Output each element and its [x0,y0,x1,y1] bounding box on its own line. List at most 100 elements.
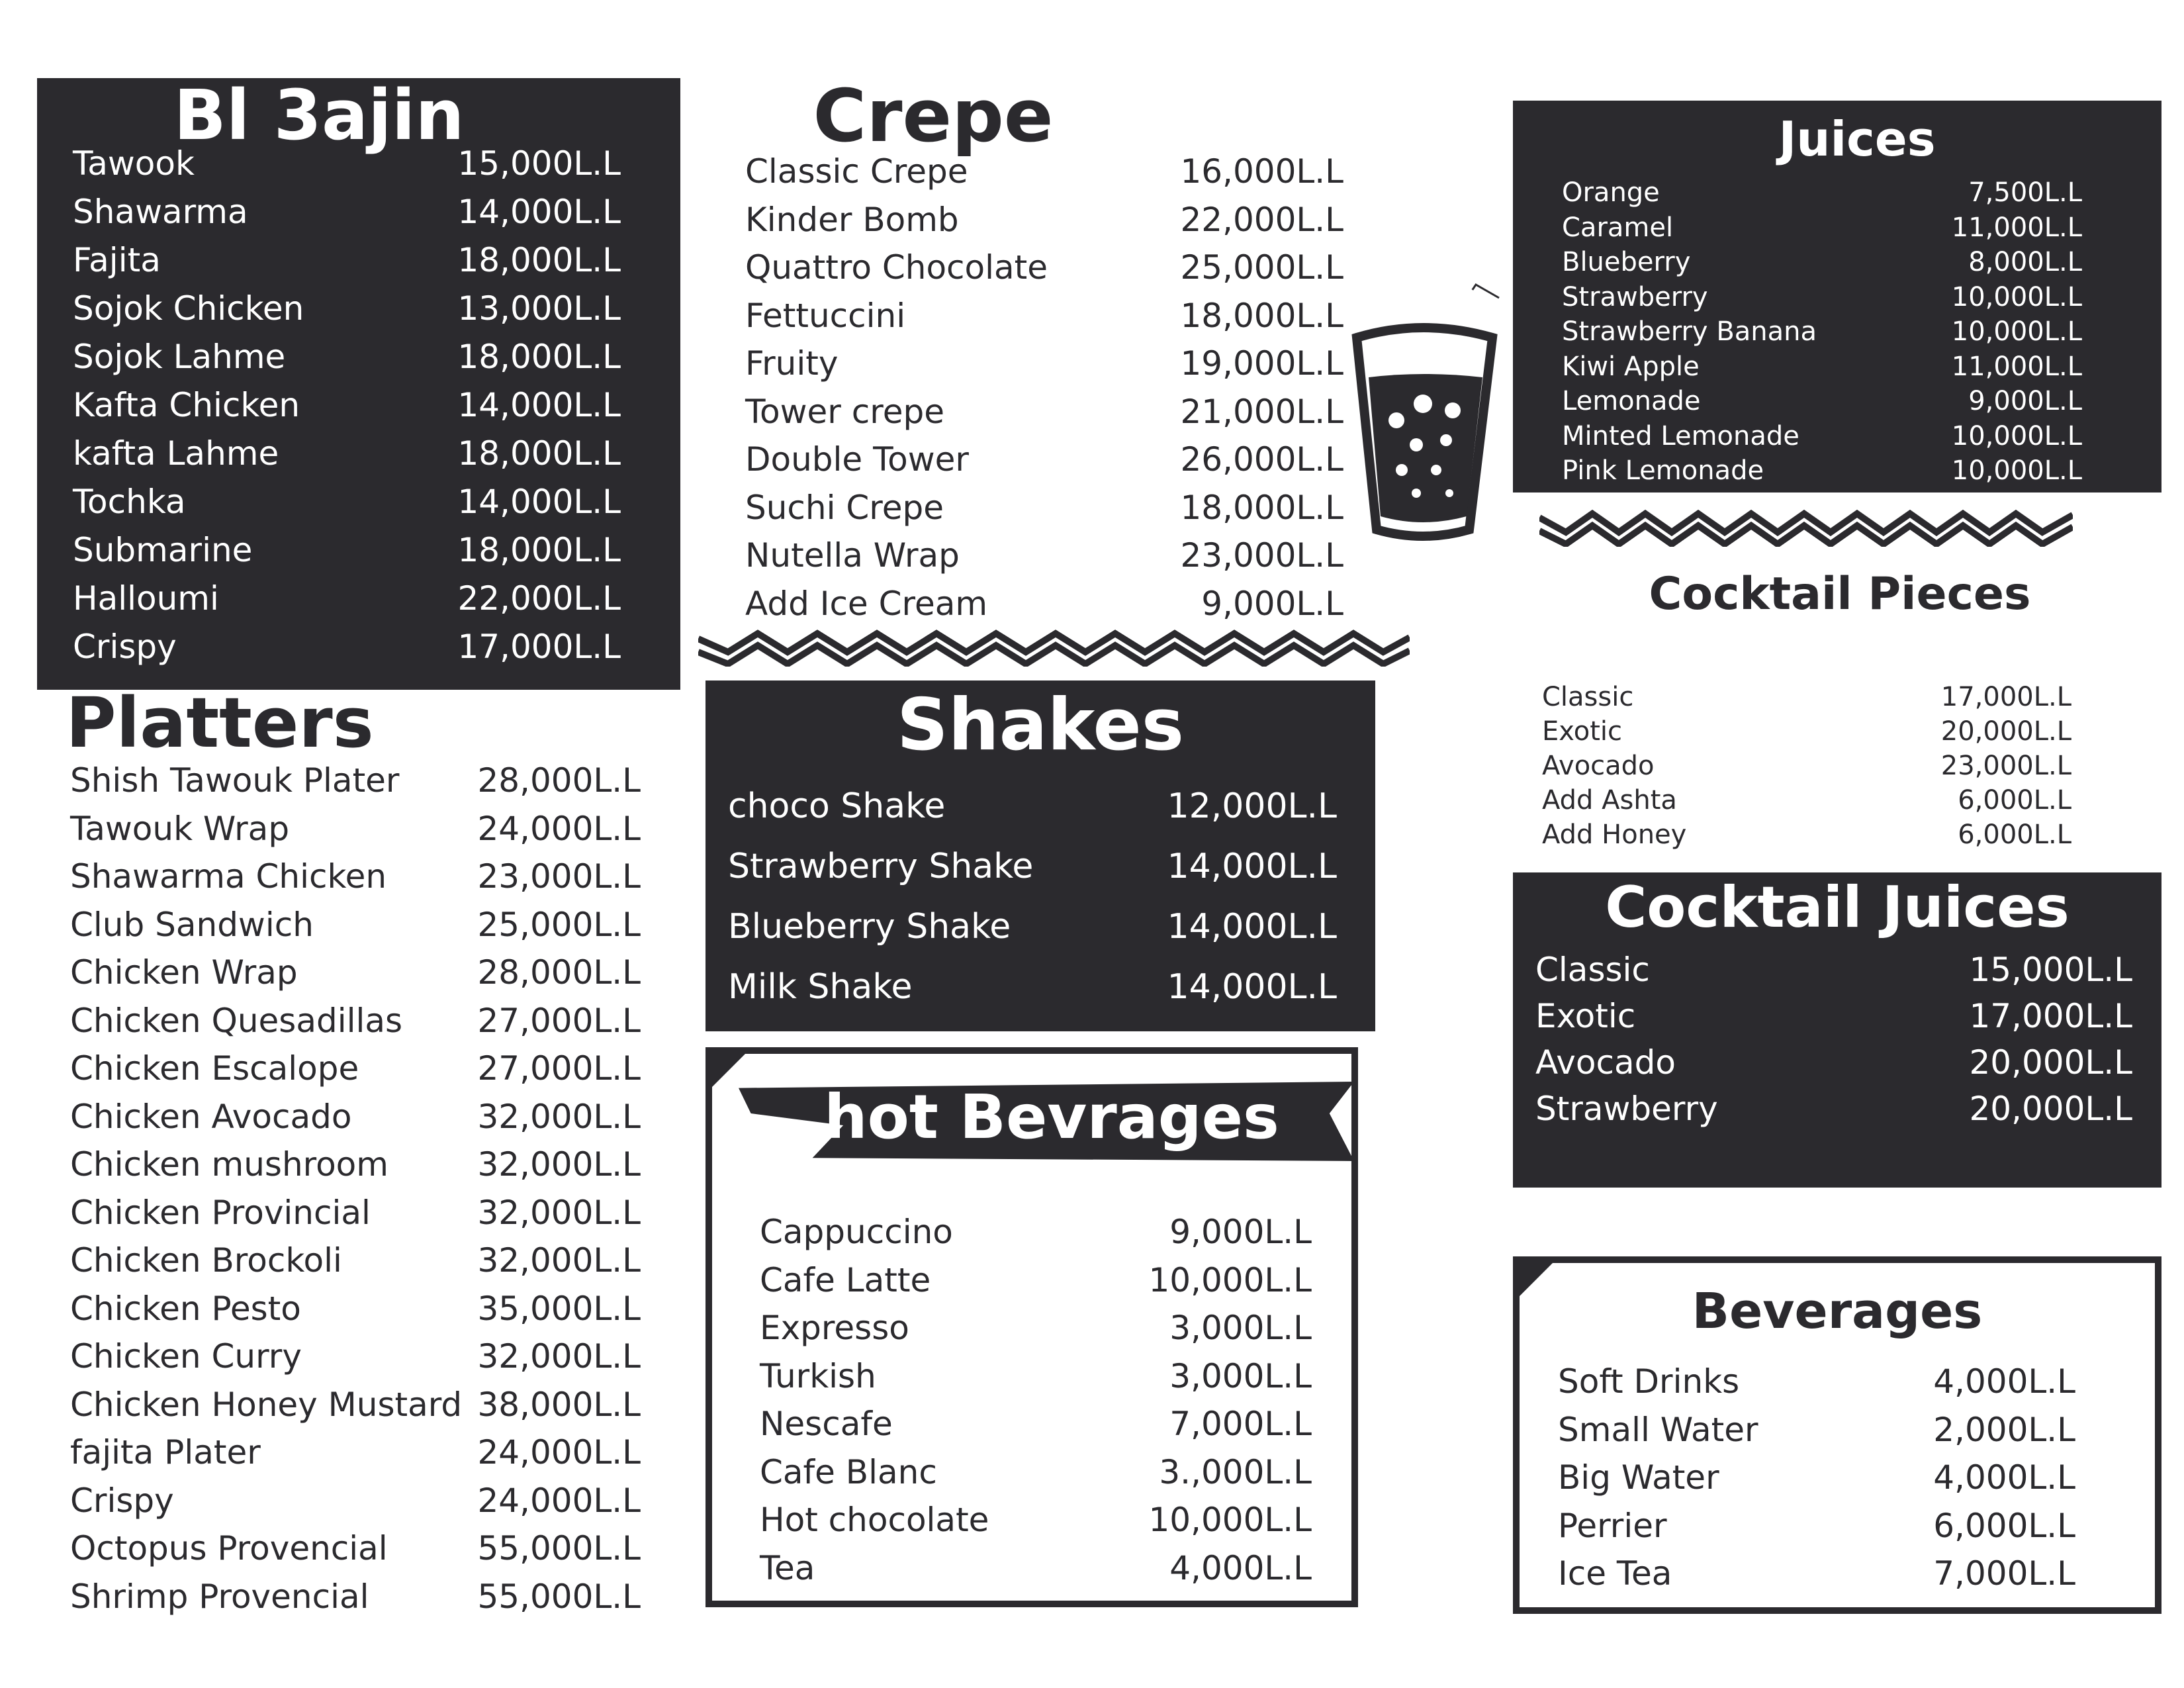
menu-item-name: Small Water [1558,1410,1758,1449]
menu-list: Classic 15,000L.L Exotic 17,000L.L Avocado 20… [1535,872,2132,1188]
menu-item: Shawarma 14,000L.L [73,193,621,231]
menu-item-price: 32,000L.L [477,1097,641,1136]
menu-item: Chicken Escalope 27,000L.L [70,1049,641,1088]
menu-item: Add Ashta 6,000L.L [1542,785,2071,816]
menu-item-name: Sojok Lahme [73,338,286,376]
menu-item-price: 20,000L.L [1940,716,2071,747]
menu-item-name: Exotic [1535,997,1636,1035]
menu-item-price: 55,000L.L [477,1577,641,1616]
menu-item-price: 24,000L.L [477,1433,641,1472]
menu-item-price: 22,000L.L [1180,200,1343,239]
menu-item-price: 14,000L.L [457,193,621,231]
menu-item-name: Cappuccino [760,1213,953,1251]
menu-item: Cappuccino 9,000L.L [760,1213,1312,1251]
menu-item-name: Ice Tea [1558,1554,1672,1593]
menu-item: Ice Tea 7,000L.L [1558,1554,2075,1593]
menu-item-name: Suchi Crepe [745,488,944,527]
menu-item: Small Water 2,000L.L [1558,1411,2075,1449]
menu-item-price: 13,000L.L [457,289,621,328]
menu-item-price: 14,000L.L [457,483,621,521]
menu-item-price: 6,000L.L [1958,785,2071,816]
menu-item-name: Shawarma Chicken [70,857,387,896]
menu-item-name: Chicken Pesto [70,1289,301,1328]
menu-item-price: 32,000L.L [477,1145,641,1184]
menu-item-name: Nescafe [760,1405,893,1443]
menu-item-price: 17,000L.L [1940,682,2071,712]
menu-item: Submarine 18,000L.L [73,531,621,569]
corner-accent [705,1047,752,1094]
menu-item-price: 25,000L.L [1180,248,1343,287]
menu-item-price: 10,000L.L [1148,1260,1312,1299]
menu-item-price: 17,000L.L [1969,997,2132,1035]
menu-item: Chicken Curry 32,000L.L [70,1337,641,1376]
menu-item-price: 6,000L.L [1958,820,2071,850]
menu-item: Sojok Chicken 13,000L.L [73,289,621,328]
menu-item: Caramel 11,000L.L [1562,212,2082,243]
menu-item-price: 18,000L.L [457,434,621,473]
menu-item-name: Octopus Provencial [70,1529,388,1568]
menu-item-price: 24,000L.L [477,1481,641,1520]
menu-item: Tea 4,000L.L [760,1549,1312,1587]
menu-list: Orange 7,500L.L Caramel 11,000L.L Blueberry 8… [1562,101,2082,492]
menu-item: Fettuccini 18,000L.L [745,297,1343,335]
menu-item: Classic 15,000L.L [1535,951,2132,989]
menu-item-name: Chicken Escalope [70,1049,359,1088]
menu-item: Crispy 24,000L.L [70,1481,641,1520]
section-juices: Juices Orange 7,500L.L Caramel 11,000L.L Blu… [1513,101,2161,492]
menu-item: Avocado 23,000L.L [1542,751,2071,781]
menu-item-price: 18,000L.L [457,338,621,376]
menu-item-name: Tochka [73,483,186,521]
menu-item-price: 15,000L.L [1969,951,2132,989]
menu-item-price: 2,000L.L [1933,1410,2075,1449]
menu-item-price: 10,000L.L [1951,420,2082,451]
menu-item-price: 20,000L.L [1969,1090,2132,1128]
menu-item-name: choco Shake [728,786,946,826]
menu-item-price: 3.,000L.L [1159,1452,1312,1491]
section-shakes: Shakes choco Shake 12,000L.L Strawberry Sh… [705,680,1375,1031]
menu-item-name: Kafta Chicken [73,386,300,424]
menu-item: Shrimp Provencial 55,000L.L [70,1577,641,1616]
menu-item: Chicken Wrap 28,000L.L [70,953,641,992]
menu-item-price: 14,000L.L [1167,967,1337,1007]
menu-item-price: 26,000L.L [1180,440,1343,479]
menu-item-name: Chicken Honey Mustard [70,1385,463,1424]
menu-item-name: Blueberry [1562,247,1691,277]
menu-item-name: Kiwi Apple [1562,351,1700,382]
menu-item-price: 32,000L.L [477,1337,641,1376]
section-platters: Platters Shish Tawouk Plater 28,000L.L Taw… [37,688,680,1616]
menu-item-name: Shish Tawouk Plater [70,761,400,800]
menu-item: Tochka 14,000L.L [73,483,621,521]
menu-item: Milk Shake 14,000L.L [728,967,1337,1007]
menu-item-price: 18,000L.L [457,241,621,279]
menu-item-price: 35,000L.L [477,1289,641,1328]
menu-item-name: Crispy [73,628,177,666]
menu-item-price: 38,000L.L [477,1385,641,1424]
menu-item-name: Strawberry Banana [1562,316,1817,347]
menu-item-name: Blueberry Shake [728,907,1011,947]
menu-item: Blueberry 8,000L.L [1562,247,2082,277]
menu-item-price: 18,000L.L [1180,296,1343,335]
menu-item-price: 28,000L.L [477,953,641,992]
menu-item: Big Water 4,000L.L [1558,1458,2075,1497]
menu-item-price: 27,000L.L [477,1001,641,1040]
menu-item-price: 19,000L.L [1180,344,1343,383]
menu-item-price: 23,000L.L [477,857,641,896]
menu-item-name: Nutella Wrap [745,536,960,575]
menu-item-price: 3,000L.L [1169,1309,1312,1347]
menu-item-name: Fruity [745,344,839,383]
menu-item-price: 9,000L.L [1968,386,2082,416]
menu-item: Strawberry Banana 10,000L.L [1562,316,2082,347]
menu-item-name: Chicken Avocado [70,1097,352,1136]
menu-item: Orange 7,500L.L [1562,177,2082,208]
menu-item-price: 10,000L.L [1951,455,2082,486]
menu-item-price: 11,000L.L [1951,212,2082,243]
menu-item-price: 16,000L.L [1180,152,1343,191]
menu-item-name: Fettuccini [745,296,906,335]
menu-item: Tawouk Wrap 24,000L.L [70,810,641,848]
menu-item-name: Avocado [1542,751,1655,781]
section-beverages: Beverages Soft Drinks 4,000L.L Small Water… [1513,1256,2161,1614]
menu-item-name: Chicken Wrap [70,953,298,992]
menu-item-name: Classic [1535,951,1650,989]
menu-item-name: Strawberry [1535,1090,1718,1128]
menu-item-name: Add Honey [1542,820,1687,850]
